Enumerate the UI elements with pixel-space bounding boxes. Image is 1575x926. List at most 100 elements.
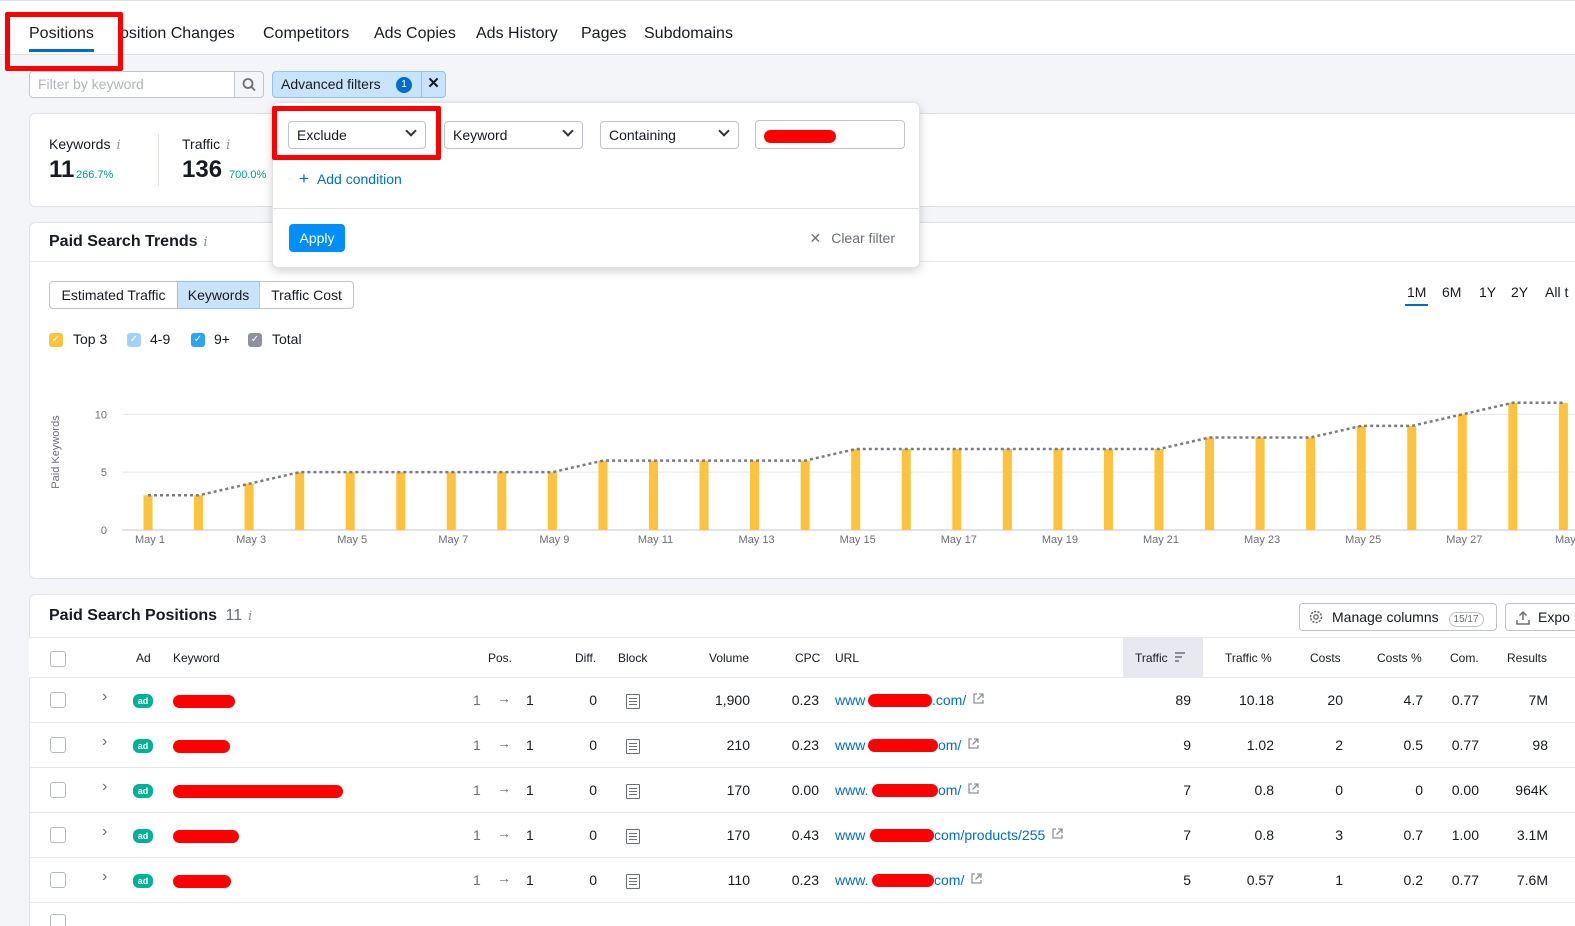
tab-ads-history[interactable]: Ads History [476,25,558,43]
url-link[interactable]: om/ [938,782,980,798]
col-results[interactable]: Results [1507,651,1547,665]
expand-chevron-icon[interactable]: › [102,688,107,706]
col-traffic-pct[interactable]: Traffic % [1225,651,1272,665]
positions-title: Paid Search Positions 11 i [49,607,253,624]
url-link[interactable]: com/products/255 [934,827,1064,843]
document-icon[interactable] [626,739,640,754]
x-tick-label: May 15 [840,534,876,546]
external-link-icon [968,738,979,749]
arrow-right-icon: → [497,870,511,886]
manage-columns-button[interactable]: Manage columns 15/17 [1299,603,1497,631]
row-checkbox[interactable] [50,827,66,843]
period-1m[interactable]: 1M [1404,284,1429,306]
redaction-mark [764,130,836,143]
traffic-pct-value: 0.57 [1246,872,1274,888]
filter-operator-select[interactable]: Containing [600,121,739,149]
segment-estimated-traffic[interactable]: Estimated Traffic [49,281,178,309]
bar [396,472,406,530]
period-6m[interactable]: 6M [1442,284,1461,300]
advanced-filters-button[interactable]: Advanced filters 1 [272,71,422,98]
search-button[interactable] [234,71,264,98]
col-ad[interactable]: Ad [136,651,151,665]
y-tick-label: 0 [101,525,107,537]
pos-to: 1 [526,827,534,843]
filter-field-select[interactable]: Keyword [444,121,583,149]
bar [649,460,658,530]
col-traffic[interactable]: Traffic [1135,651,1186,665]
period-2y[interactable]: 2Y [1511,284,1528,300]
period-1y[interactable]: 1Y [1479,284,1496,300]
segment-keywords[interactable]: Keywords [177,281,260,309]
filter-value-input[interactable] [755,120,905,149]
cpc-value: 0.23 [791,692,819,708]
segment-traffic-cost[interactable]: Traffic Cost [259,281,354,309]
select-all-checkbox[interactable] [50,651,66,667]
expand-chevron-icon[interactable]: › [102,778,107,796]
external-link-icon [1052,828,1063,839]
x-tick-label: May 5 [337,534,367,546]
url-prefix[interactable]: www [835,737,865,753]
tab-ads-copies[interactable]: Ads Copies [374,25,456,43]
col-url[interactable]: URL [835,651,859,665]
url-link[interactable]: com/ [934,872,983,888]
col-keyword[interactable]: Keyword [173,651,220,665]
url-prefix[interactable]: www. [835,782,868,798]
row-checkbox[interactable] [50,692,66,708]
tab-position-changes[interactable]: osition Changes [120,25,235,43]
url-link[interactable]: om/ [938,737,980,753]
costs-value: 20 [1327,692,1343,708]
diff-value: 0 [589,692,597,708]
bar [1255,437,1265,530]
col-pos[interactable]: Pos. [488,651,512,665]
bar [1508,402,1518,530]
row-checkbox[interactable] [50,872,66,888]
advanced-filters-count-badge: 1 [396,77,412,93]
row-checkbox[interactable] [50,782,66,798]
col-costs[interactable]: Costs [1310,651,1341,665]
traffic-value: 89 [1175,692,1191,708]
document-icon[interactable] [626,874,640,889]
document-icon[interactable] [626,784,640,799]
keywords-kpi-label: Keywords i [49,136,121,153]
bar [1558,402,1568,530]
url-prefix[interactable]: www [835,692,865,708]
col-diff[interactable]: Diff. [575,651,596,665]
url-link[interactable]: .com/ [932,692,985,708]
com-value: 0.77 [1451,872,1479,888]
bar [547,472,557,530]
url-prefix[interactable]: www. [835,872,868,888]
com-value: 1.00 [1451,827,1479,843]
com-value: 0.77 [1451,692,1479,708]
col-com[interactable]: Com. [1450,651,1479,665]
col-volume[interactable]: Volume [709,651,749,665]
arrow-right-icon: → [497,735,511,751]
col-cpc[interactable]: CPC [795,651,820,665]
arrow-right-icon: → [497,825,511,841]
add-condition-button[interactable]: + Add condition [299,169,402,189]
expand-chevron-icon[interactable]: › [102,823,107,841]
clear-advanced-filters-button[interactable]: ✕ [421,71,446,98]
highlight-box-positions-tab [5,12,123,71]
row-checkbox[interactable] [50,914,66,926]
col-block[interactable]: Block [618,651,647,665]
document-icon[interactable] [626,694,640,709]
expand-chevron-icon[interactable]: › [102,868,107,886]
period-all[interactable]: All t [1545,284,1568,300]
bar [598,460,608,530]
tab-subdomains[interactable]: Subdomains [644,25,733,43]
tab-competitors[interactable]: Competitors [263,25,349,43]
costs-pct-value: 0.5 [1403,737,1423,753]
results-value: 7.6M [1516,872,1548,888]
expand-chevron-icon[interactable]: › [102,733,107,751]
row-checkbox[interactable] [50,737,66,753]
clear-filter-button[interactable]: ✕ Clear filter [809,230,895,247]
url-prefix[interactable]: www [835,827,865,843]
redaction-mark [173,785,343,798]
tab-pages[interactable]: Pages [581,25,626,43]
apply-button[interactable]: Apply [289,224,345,252]
col-costs-pct[interactable]: Costs % [1377,651,1422,665]
document-icon[interactable] [626,829,640,844]
export-button[interactable]: Expo [1505,603,1575,631]
keyword-filter-input[interactable]: Filter by keyword [29,71,235,98]
pos-from: 1 [473,827,481,843]
